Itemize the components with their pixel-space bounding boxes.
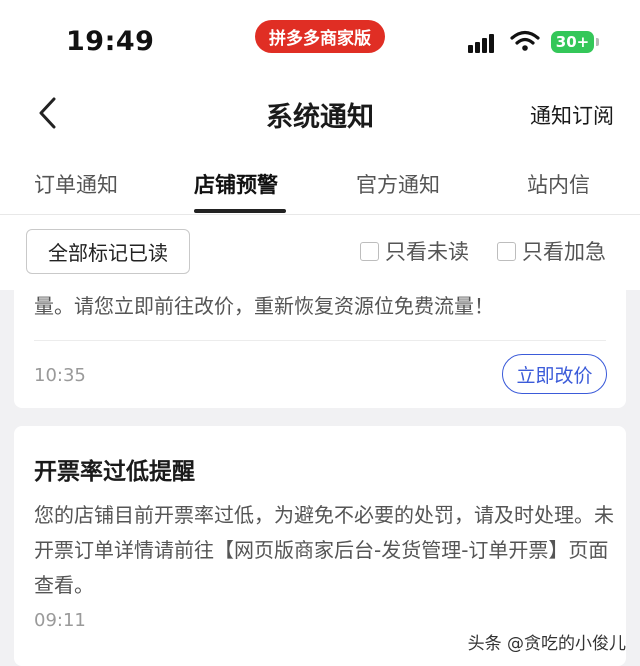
urgent-only-label: 只看加急: [522, 240, 606, 264]
battery-tip: [596, 38, 599, 46]
battery-icon: 30+: [551, 31, 594, 53]
message-title: 开票率过低提醒: [34, 459, 195, 485]
wifi-icon: [510, 30, 540, 51]
mark-all-read-button[interactable]: 全部标记已读: [26, 229, 190, 274]
unread-checkbox[interactable]: [360, 241, 379, 261]
divider: [0, 214, 640, 215]
tab-order-notice[interactable]: 订单通知: [34, 169, 118, 199]
unread-only-filter[interactable]: 只看未读: [360, 236, 469, 266]
tab-shop-warning[interactable]: 店铺预警: [194, 169, 278, 199]
message-body: 量。请您立即前往改价，重新恢复资源位免费流量！: [34, 294, 494, 318]
message-card[interactable]: 量。请您立即前往改价，重新恢复资源位免费流量！ 10:35 立即改价: [14, 290, 626, 408]
status-time: 19:49: [66, 26, 155, 57]
signal-icon: [468, 33, 502, 53]
app-badge[interactable]: 拼多多商家版: [255, 20, 385, 53]
watermark: 头条 @贪吃的小俊儿: [467, 634, 626, 654]
message-time: 10:35: [34, 365, 86, 386]
tab-official-notice[interactable]: 官方通知: [356, 169, 440, 199]
subscribe-link[interactable]: 通知订阅: [530, 100, 614, 130]
urgent-only-filter[interactable]: 只看加急: [497, 236, 606, 266]
message-body: 您的店铺目前开票率过低，为避免不必要的处罚，请及时处理。未开票订单详情请前往【网…: [34, 503, 614, 597]
tab-inbox[interactable]: 站内信: [527, 169, 590, 199]
urgent-checkbox[interactable]: [497, 241, 516, 261]
unread-only-label: 只看未读: [385, 240, 469, 264]
reprice-now-button[interactable]: 立即改价: [502, 354, 607, 394]
active-tab-indicator: [194, 209, 286, 213]
divider: [34, 340, 606, 341]
message-time: 09:11: [34, 610, 86, 631]
